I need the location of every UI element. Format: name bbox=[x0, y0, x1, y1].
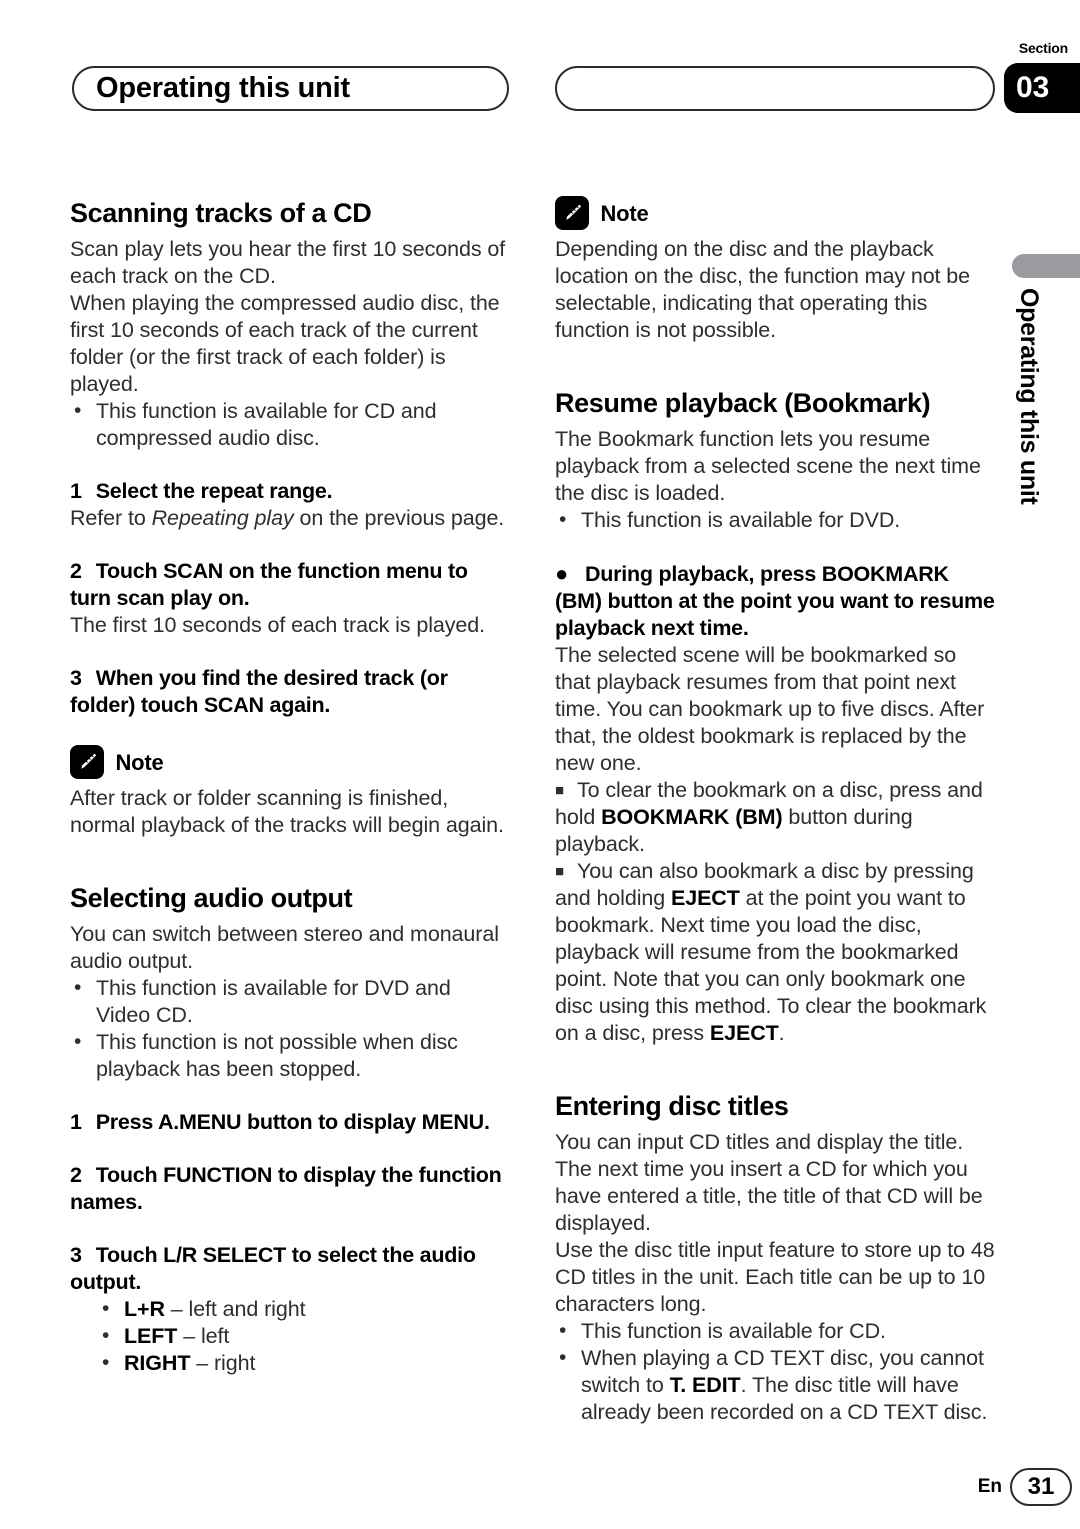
pencil-icon bbox=[70, 745, 104, 779]
side-tab-bar bbox=[1012, 254, 1080, 278]
list-item: This function is available for CD and co… bbox=[70, 397, 510, 452]
step-text: When you find the desired track (or fold… bbox=[70, 666, 448, 717]
keyword-t-edit: T. EDIT bbox=[669, 1373, 741, 1397]
step-2-description: The first 10 seconds of each track is pl… bbox=[70, 613, 485, 637]
option-key: L+R bbox=[124, 1297, 165, 1321]
cross-reference: Repeating play bbox=[151, 506, 294, 530]
heading-entering-disc-titles: Entering disc titles bbox=[555, 1091, 789, 1121]
page-footer: En 31 bbox=[0, 1468, 1080, 1508]
note-block-scanning: Note bbox=[70, 745, 510, 783]
square-note-eject-bookmark: ■ You can also bookmark a disc by pressin… bbox=[555, 858, 995, 1047]
note-label: Note bbox=[115, 750, 164, 775]
note-body-resume: Depending on the disc and the playback l… bbox=[555, 237, 971, 342]
step-text: Press A.MENU button to display MENU. bbox=[95, 1110, 490, 1134]
step-text: Select the repeat range. bbox=[95, 479, 333, 503]
step-description-post: on the previous page. bbox=[293, 506, 505, 530]
right-column: Note Depending on the disc and the playb… bbox=[555, 196, 995, 1426]
option-key: RIGHT bbox=[124, 1351, 191, 1375]
pencil-glyph bbox=[81, 753, 97, 769]
page-header: Operating this unit Section 03 bbox=[0, 0, 1080, 150]
option-description: – right bbox=[190, 1351, 256, 1375]
paragraph-scan-intro-1: Scan play lets you hear the first 10 sec… bbox=[70, 237, 506, 288]
heading-scanning-tracks: Scanning tracks of a CD bbox=[70, 198, 372, 228]
square-bullet-icon: ■ bbox=[555, 782, 564, 799]
heading-resume-playback: Resume playback (Bookmark) bbox=[555, 388, 931, 418]
step-number: 1 bbox=[70, 479, 82, 503]
filled-circle-icon: ● bbox=[555, 561, 569, 586]
step-number: 2 bbox=[70, 559, 82, 583]
paragraph-titles-intro-2: Use the disc title input feature to stor… bbox=[555, 1238, 995, 1316]
bullet-list-bookmark: This function is available for DVD. bbox=[555, 506, 995, 534]
step-1-scanning: 1 Select the repeat range. bbox=[70, 478, 510, 505]
heading-selecting-audio-output: Selecting audio output bbox=[70, 883, 353, 913]
step-description-pre: Refer to bbox=[70, 506, 152, 530]
list-item: When playing a CD TEXT disc, you cannot … bbox=[555, 1344, 995, 1426]
bullet-list-audio-options: L+R – left and right LEFT – left RIGHT –… bbox=[70, 1295, 510, 1377]
list-item: RIGHT – right bbox=[98, 1349, 510, 1377]
step-3-audio: 3 Touch L/R SELECT to select the audio ou… bbox=[70, 1242, 510, 1296]
step-number: 1 bbox=[70, 1110, 82, 1134]
list-item: This function is available for DVD and V… bbox=[70, 974, 510, 1029]
keyword-bookmark-button: BOOKMARK (BM) bbox=[601, 805, 783, 829]
page-number-badge: 31 bbox=[1010, 1468, 1072, 1506]
step-number: 2 bbox=[70, 1163, 82, 1187]
left-column: Scanning tracks of a CD Scan play lets y… bbox=[70, 196, 510, 1377]
step-3-scanning: 3 When you find the desired track (or fol… bbox=[70, 665, 510, 719]
section-number: 03 bbox=[1016, 71, 1050, 104]
paragraph-titles-intro-1: You can input CD titles and display the … bbox=[555, 1130, 983, 1235]
option-description: – left and right bbox=[164, 1297, 306, 1321]
bullet-list-scanning: This function is available for CD and co… bbox=[70, 397, 510, 452]
paragraph-bookmark-intro: The Bookmark function lets you resume pl… bbox=[555, 427, 981, 505]
pencil-glyph bbox=[566, 204, 582, 220]
option-key: LEFT bbox=[124, 1324, 178, 1348]
header-title-pill: Operating this unit bbox=[72, 66, 509, 111]
paragraph-scan-intro-2: When playing the compressed audio disc, … bbox=[70, 291, 500, 396]
option-description: – left bbox=[177, 1324, 230, 1348]
paragraph-bookmark-body: The selected scene will be bookmarked so… bbox=[555, 643, 985, 775]
step-1-description: Refer to Repeating play on the previous … bbox=[70, 505, 510, 532]
section-number-badge: 03 bbox=[1004, 63, 1080, 113]
keyword-eject-2: EJECT bbox=[709, 1021, 779, 1045]
step-text: Touch FUNCTION to display the function n… bbox=[70, 1163, 502, 1214]
pencil-icon bbox=[555, 196, 589, 230]
list-item: LEFT – left bbox=[98, 1322, 510, 1350]
list-item: This function is available for DVD. bbox=[555, 506, 995, 534]
section-label: Section bbox=[1018, 40, 1068, 56]
list-item: This function is available for CD. bbox=[555, 1317, 995, 1345]
square-note-post: . bbox=[778, 1021, 785, 1045]
side-tab-label: Operating this unit bbox=[1015, 288, 1043, 505]
step-1-audio: 1 Press A.MENU button to display MENU. bbox=[70, 1109, 510, 1136]
step-2-scanning: 2 Touch SCAN on the function menu to turn… bbox=[70, 558, 510, 612]
page-title: Operating this unit bbox=[96, 72, 350, 104]
step-number: 3 bbox=[70, 1243, 82, 1267]
square-bullet-icon: ■ bbox=[555, 863, 564, 880]
paragraph-audio-intro: You can switch between stereo and monaur… bbox=[70, 922, 499, 973]
bullet-list-audio: This function is available for DVD and V… bbox=[70, 974, 510, 1083]
note-label: Note bbox=[600, 201, 649, 226]
list-item: L+R – left and right bbox=[98, 1295, 510, 1323]
square-note-clear-bookmark: ■ To clear the bookmark on a disc, press … bbox=[555, 777, 995, 858]
language-code: En bbox=[977, 1476, 1002, 1497]
bullet-list-disc-titles: This function is available for CD. When … bbox=[555, 1317, 995, 1426]
step-number: 3 bbox=[70, 666, 82, 690]
note-block-resume: Note bbox=[555, 196, 995, 234]
list-item: This function is not possible when disc … bbox=[70, 1028, 510, 1083]
step-2-audio: 2 Touch FUNCTION to display the function … bbox=[70, 1162, 510, 1216]
note-body-scanning: After track or folder scanning is finish… bbox=[70, 786, 504, 837]
step-text: Touch L/R SELECT to select the audio out… bbox=[70, 1243, 476, 1294]
page-number: 31 bbox=[1027, 1473, 1055, 1500]
instruction-text: During playback, press BOOKMARK (BM) but… bbox=[555, 562, 995, 640]
keyword-eject-1: EJECT bbox=[670, 886, 740, 910]
header-empty-pill bbox=[555, 66, 995, 111]
step-text: Touch SCAN on the function menu to turn … bbox=[70, 559, 468, 610]
instruction-bookmark: ● During playback, press BOOKMARK (BM) bu… bbox=[555, 560, 995, 642]
